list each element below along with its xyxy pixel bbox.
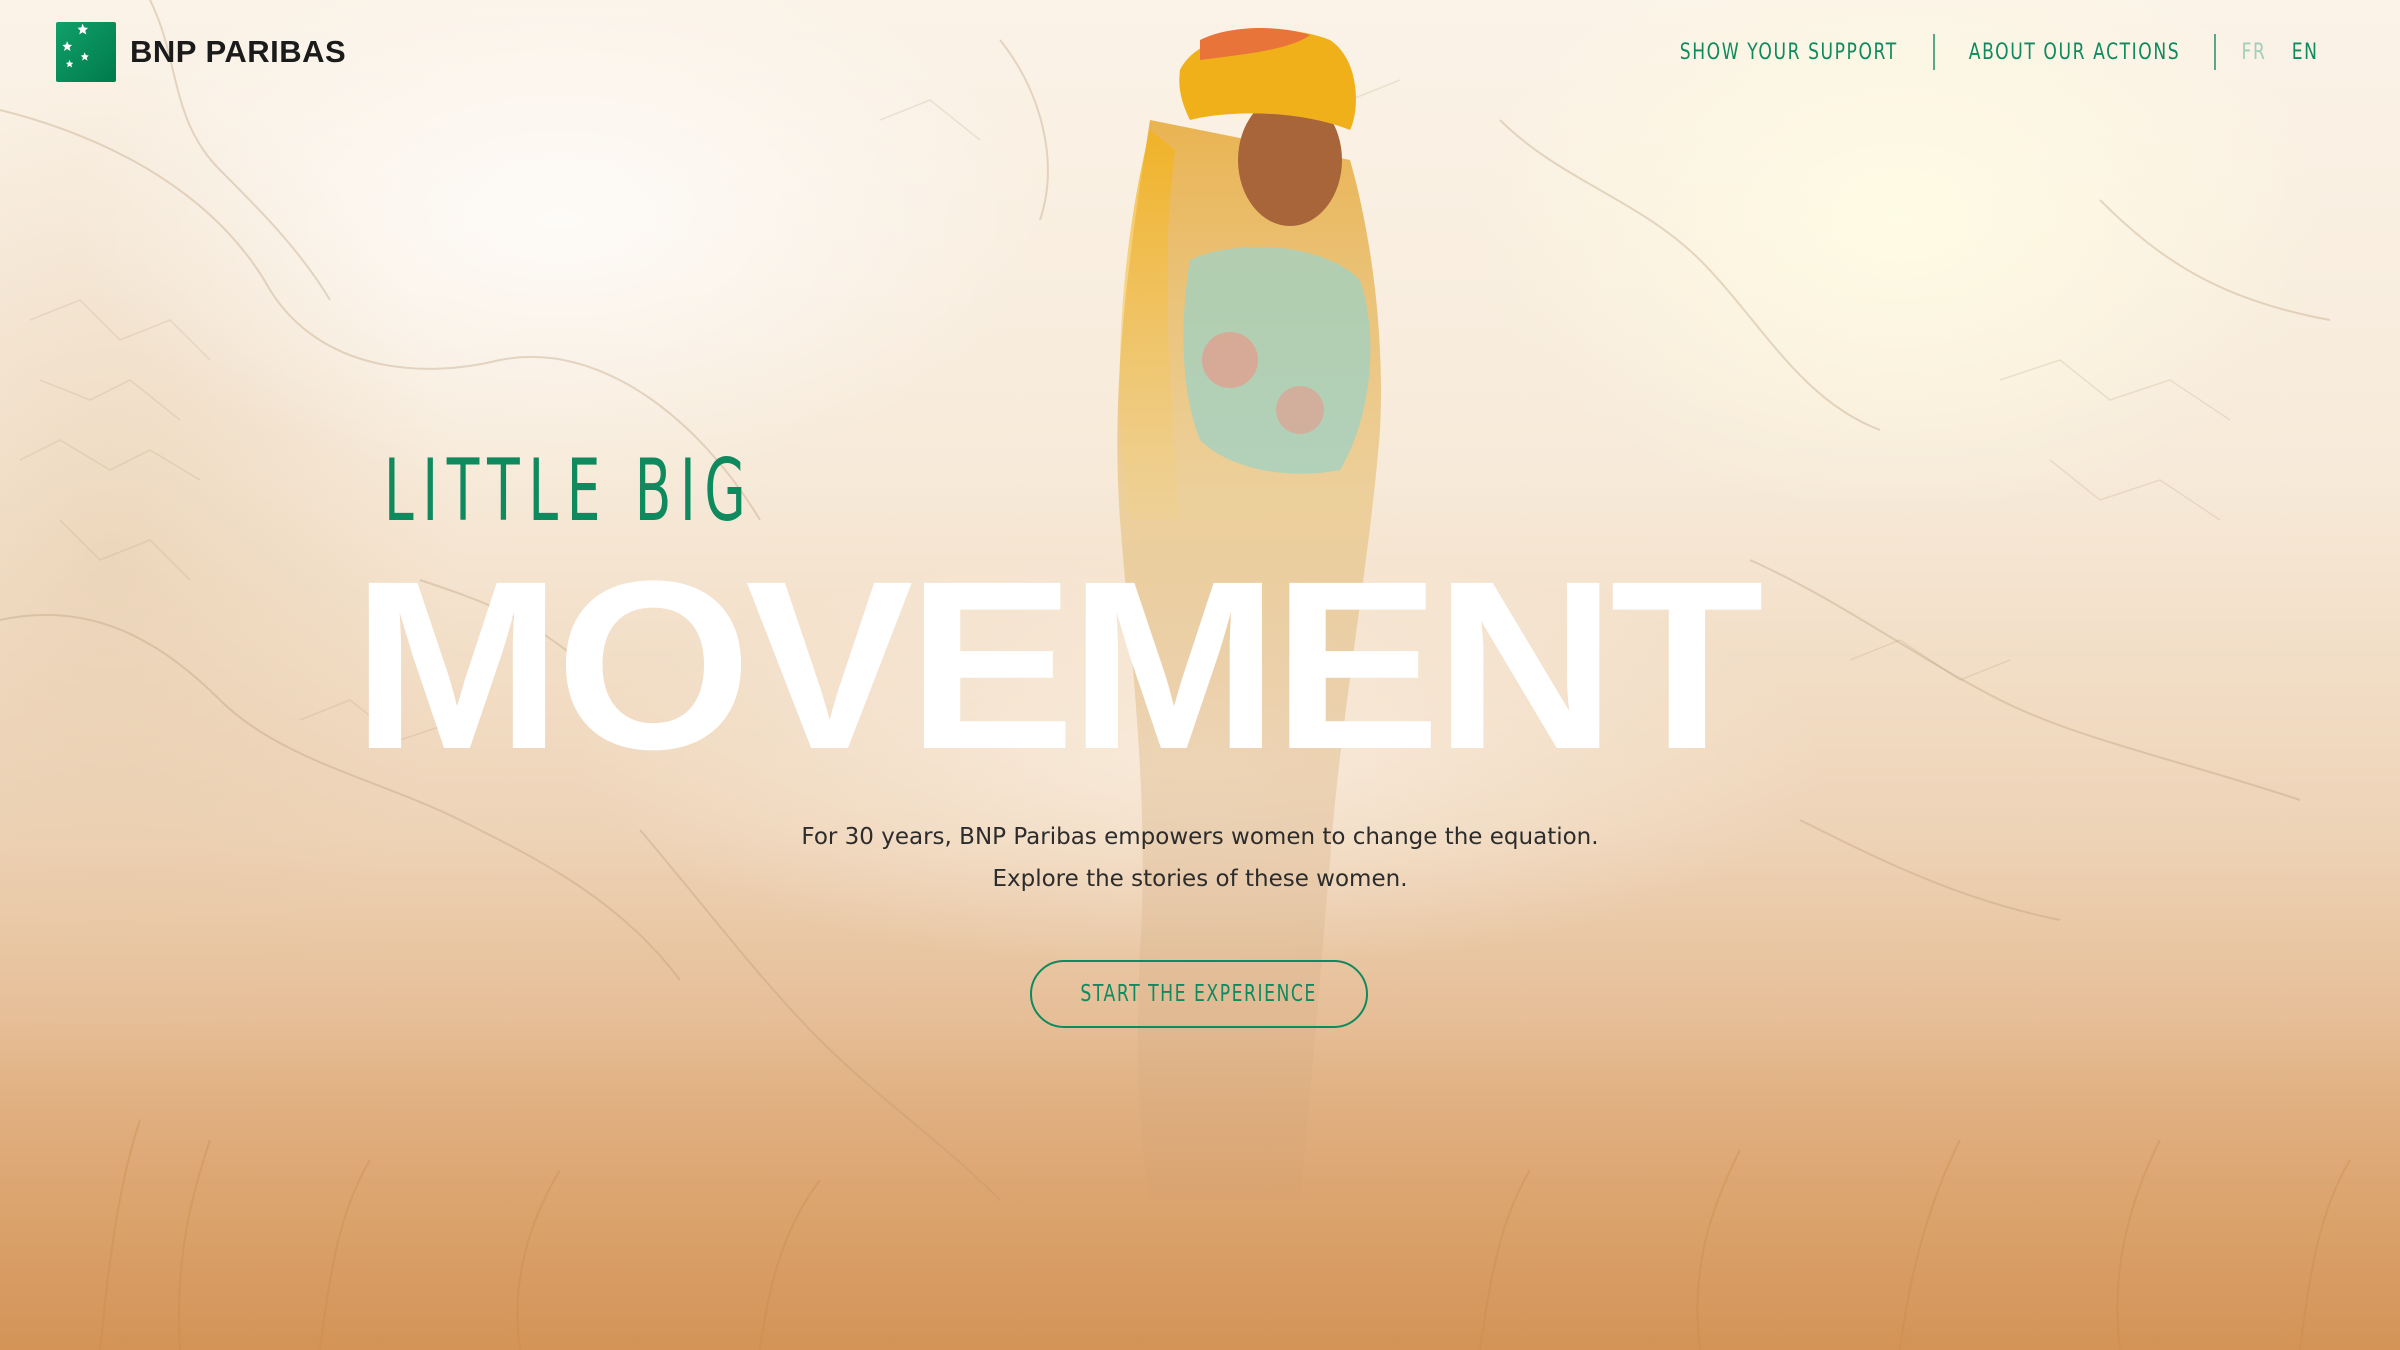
bnp-stars-logo-icon (56, 22, 116, 82)
hero-tagline-line1: For 30 years, BNP Paribas empowers women… (801, 824, 1599, 850)
nav-divider (2213, 34, 2216, 70)
brand-name: BNP PARIBAS (130, 34, 347, 69)
hero-tagline-line2: Explore the stories of these women. (992, 866, 1408, 892)
hero-title-big: MOVEMENT (352, 531, 1764, 799)
nav-about-our-actions[interactable]: ABOUT OUR ACTIONS (1968, 40, 2179, 65)
bnp-paribas-logo[interactable]: BNP PARIBAS (56, 22, 346, 82)
language-fr[interactable]: FR (2241, 40, 2266, 65)
top-navigation: SHOW YOUR SUPPORT ABOUT OUR ACTIONS FR E… (1649, 30, 2322, 74)
start-experience-button[interactable]: START THE EXPERIENCE (1030, 960, 1368, 1028)
nav-divider (1932, 34, 1935, 70)
language-en[interactable]: EN (2291, 40, 2318, 65)
start-experience-label: START THE EXPERIENCE (1080, 981, 1318, 1007)
nav-show-your-support[interactable]: SHOW YOUR SUPPORT (1680, 40, 1898, 65)
hero-title-small: LITTLE BIG (384, 441, 755, 541)
